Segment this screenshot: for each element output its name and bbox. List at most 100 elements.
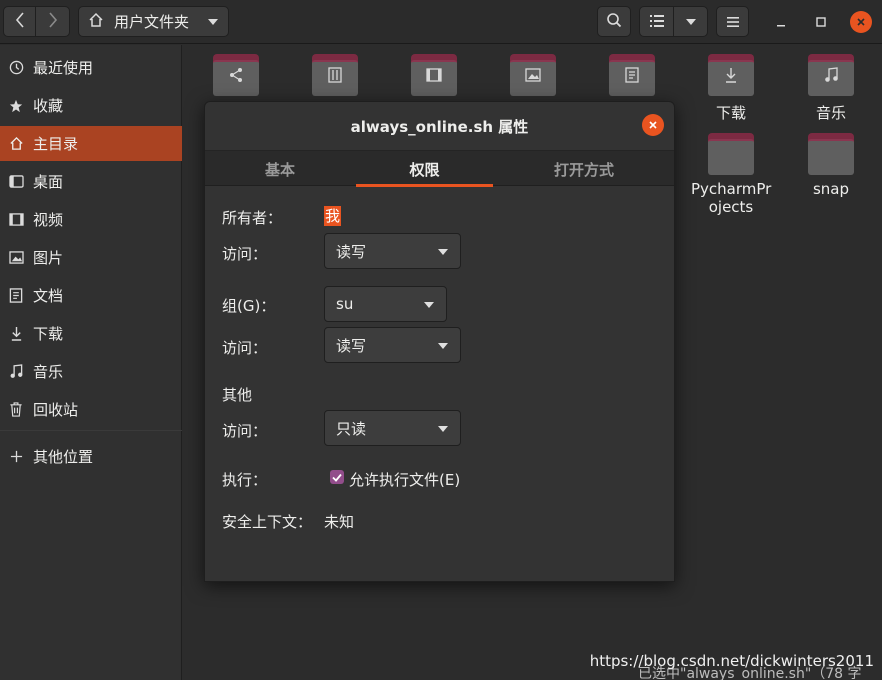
sidebar-item-label: 其他位置 — [33, 448, 94, 466]
folder-label: snap — [812, 180, 850, 198]
chevron-down-icon — [438, 343, 448, 349]
back-button[interactable] — [3, 6, 36, 37]
folder-item[interactable] — [411, 54, 457, 96]
folder-item[interactable] — [213, 54, 259, 96]
watermark-text: https://blog.csdn.net/dickwinters2011 — [589, 652, 874, 670]
folder-item[interactable] — [708, 133, 754, 175]
location-path-button[interactable]: 用户文件夹 — [78, 6, 229, 37]
security-context-value: 未知 — [324, 513, 355, 531]
folder-item[interactable] — [708, 54, 754, 96]
owner-access-dropdown[interactable]: 读写 — [324, 233, 461, 269]
chevron-right-icon — [48, 11, 58, 32]
image-icon — [8, 250, 24, 266]
chevron-down-icon — [438, 249, 448, 255]
owner-access-value: 读写 — [336, 242, 367, 261]
folder-label: PycharmPr ojects — [691, 180, 771, 216]
sidebar-item-music[interactable]: 音乐 — [0, 354, 182, 389]
sidebar-item-documents[interactable]: 文档 — [0, 278, 182, 313]
sidebar-item-label: 主目录 — [33, 135, 79, 153]
sidebar-item-starred[interactable]: 收藏 — [0, 88, 182, 123]
group-label: 组(G)： — [222, 297, 276, 315]
dialog-title: always_online.sh 属性 — [350, 117, 529, 136]
sidebar-item-label: 图片 — [33, 249, 64, 267]
chevron-down-icon — [208, 19, 218, 25]
others-access-label: 访问： — [222, 422, 268, 440]
forward-button[interactable] — [35, 6, 70, 37]
window-close-button[interactable] — [850, 11, 872, 33]
sidebar-item-label: 桌面 — [33, 173, 64, 191]
close-icon — [856, 13, 866, 31]
minimize-icon — [776, 13, 786, 31]
sidebar-separator — [0, 430, 182, 431]
desktop-icon — [8, 174, 24, 190]
folder-label: 下载 — [715, 104, 746, 122]
folder-label: 音乐 — [815, 104, 846, 122]
sidebar-item-desktop[interactable]: 桌面 — [0, 164, 182, 199]
group-access-value: 读写 — [336, 336, 367, 355]
tab-open-with[interactable]: 打开方式 — [505, 151, 663, 187]
plus-icon — [8, 449, 24, 465]
main-menu-button[interactable] — [716, 6, 749, 37]
chevron-down-icon — [424, 302, 434, 308]
sidebar-item-other-locations[interactable]: 其他位置 — [0, 439, 182, 474]
tab-permissions[interactable]: 权限 — [356, 151, 493, 187]
folder-item[interactable] — [808, 54, 854, 96]
maximize-button[interactable] — [810, 11, 832, 33]
sidebar-item-videos[interactable]: 视频 — [0, 202, 182, 237]
sidebar-item-recent[interactable]: 最近使用 — [0, 50, 182, 85]
security-context-label: 安全上下文： — [222, 513, 313, 531]
sidebar-item-label: 最近使用 — [33, 59, 94, 77]
search-button[interactable] — [597, 6, 631, 37]
execute-checkbox[interactable] — [330, 470, 344, 484]
chevron-down-icon — [685, 18, 696, 25]
document-icon — [623, 66, 641, 84]
folder-item[interactable] — [808, 133, 854, 175]
chevron-down-icon — [438, 426, 448, 432]
video-icon — [8, 212, 24, 228]
sidebar-item-home[interactable]: 主目录 — [0, 126, 182, 161]
document-icon — [8, 288, 24, 304]
list-view-button[interactable] — [639, 6, 674, 37]
clock-icon — [8, 60, 24, 76]
download-icon — [8, 326, 24, 342]
dialog-tabs: 基本 权限 打开方式 — [205, 150, 674, 187]
music-icon — [8, 364, 24, 380]
group-dropdown[interactable]: su — [324, 286, 447, 322]
tab-basic[interactable]: 基本 — [205, 151, 355, 187]
sidebar-item-label: 回收站 — [33, 401, 79, 419]
properties-dialog: always_online.sh 属性 基本 权限 打开方式 所有者： 我 访问… — [204, 101, 675, 582]
trash-icon — [8, 402, 24, 418]
group-value: su — [336, 295, 354, 313]
owner-label: 所有者： — [222, 209, 283, 227]
sidebar-item-downloads[interactable]: 下载 — [0, 316, 182, 351]
sidebar-item-trash[interactable]: 回收站 — [0, 392, 182, 427]
sidebar-item-label: 音乐 — [33, 363, 64, 381]
execute-checkbox-label[interactable]: 允许执行文件(E) — [349, 469, 460, 490]
sidebar-item-label: 视频 — [33, 211, 64, 229]
download-icon — [722, 66, 740, 84]
dialog-close-button[interactable] — [642, 114, 664, 136]
home-icon — [88, 12, 104, 32]
chevron-left-icon — [15, 11, 25, 32]
home-icon — [8, 136, 24, 152]
video-icon — [425, 66, 443, 84]
folder-item[interactable] — [609, 54, 655, 96]
share-icon — [227, 66, 245, 84]
template-icon — [326, 66, 344, 84]
hamburger-menu-icon — [726, 13, 739, 31]
star-icon — [8, 98, 24, 114]
others-access-dropdown[interactable]: 只读 — [324, 410, 461, 446]
close-icon — [648, 116, 658, 134]
others-label: 其他 — [222, 386, 253, 404]
folder-label-line: ojects — [708, 198, 754, 216]
folder-item[interactable] — [312, 54, 358, 96]
folder-item[interactable] — [510, 54, 556, 96]
group-access-dropdown[interactable]: 读写 — [324, 327, 461, 363]
sidebar: 最近使用 收藏 主目录 桌面 视频 图片 文档 下载 音乐 回收站 其他位置 — [0, 45, 182, 680]
search-icon — [606, 12, 622, 32]
sidebar-item-pictures[interactable]: 图片 — [0, 240, 182, 275]
execute-label: 执行： — [222, 471, 268, 489]
header-bar: 用户文件夹 — [0, 0, 882, 44]
minimize-button[interactable] — [770, 11, 792, 33]
view-options-button[interactable] — [673, 6, 708, 37]
